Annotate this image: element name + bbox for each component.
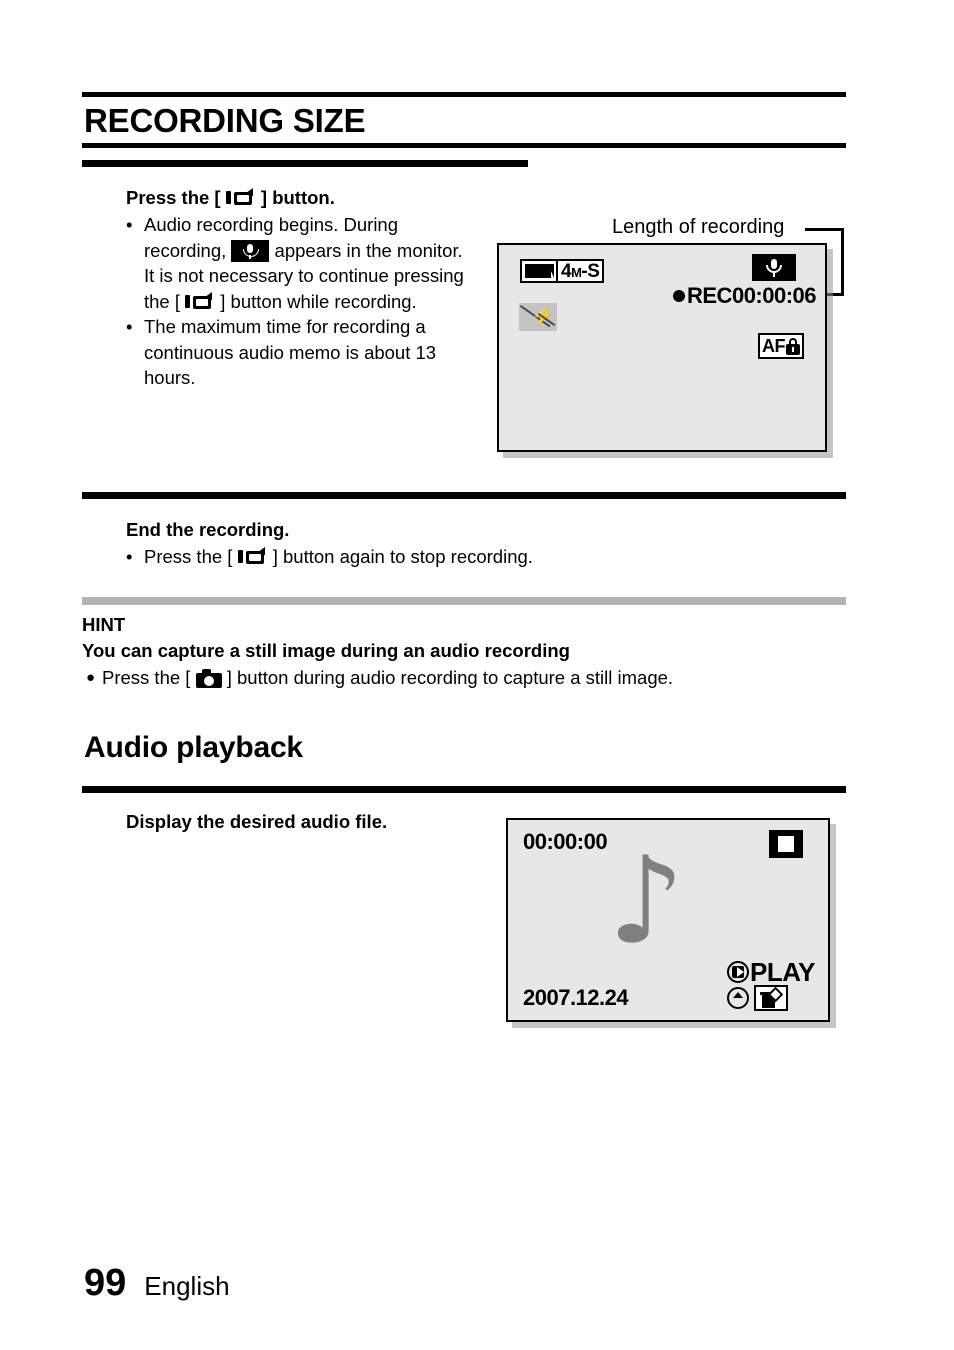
camcorder-icon [237,547,268,566]
music-note-icon: ♪ [608,832,685,971]
bullet-text: The maximum time for recording a continu… [144,316,437,388]
bullet-text-part-1: Press the [ [144,546,238,567]
list-item: • Audio recording begins. During recordi… [126,212,474,314]
hint-label: HINT [82,614,126,635]
af-lock-badge: AF [758,333,804,359]
hint-bullet: ● Press the [ ] button during audio reco… [86,665,673,690]
resolution-value: 4 [561,261,572,282]
microphone-chip-icon [231,239,270,262]
trash-delete-icon [754,985,788,1011]
bullet-text-part-2: ] button again to stop recording. [267,546,533,567]
lock-icon [786,337,800,355]
step-2-heading: End the recording. [126,519,290,540]
bullet-mark: • [126,214,133,235]
rec-label: REC [687,283,732,308]
title-rule-bottom [82,143,846,148]
bullet-text: Press the [ ] button again to stop recor… [144,544,826,570]
playback-delete-control [727,985,788,1011]
recording-time-indicator: REC 00:00:06 [673,283,817,308]
callout-line-vertical [841,228,844,296]
bullet-text-part-3: ] button while recording. [215,290,417,312]
resolution-badge: 4M-S [558,259,605,283]
length-of-recording-label: Length of recording [612,216,785,238]
step-2-bullets: • Press the [ ] button again to stop rec… [126,544,826,570]
page-language: English [144,1271,230,1301]
bullet-mark: • [126,546,133,567]
step-1-heading-suffix: ] button. [260,187,335,208]
step-2-rule [82,492,846,499]
audio-playback-rule [82,786,846,793]
battery-full-icon [520,259,558,283]
step-1-bullets: • Audio recording begins. During recordi… [126,212,474,391]
step-1-heading: Press the [ ] button. [126,186,335,210]
recording-monitor-screen: 4M-S ⚡ REC 00:00:06 AF [497,243,827,452]
audio-playback-step-heading: Display the desired audio file. [126,811,388,832]
rec-elapsed-time: 00:00:06 [731,283,817,308]
bullet-mark: ● [86,669,96,686]
page-footer: 99 English [84,1261,230,1308]
hint-bullet-part-1: Press the [ [102,667,196,688]
page-title: RECORDING SIZE [84,102,366,139]
status-group-left: 4M-S [520,259,605,283]
step-1-rule [82,160,528,167]
playback-elapsed-time: 00:00:00 [523,829,608,854]
hint-title: You can capture a still image during an … [82,640,570,661]
camcorder-icon [225,188,256,207]
up-arrow-button-icon [727,987,749,1009]
hint-separator [82,597,846,605]
bullet-mark: • [126,316,133,337]
hint-bullet-text: Press the [ ] button during audio record… [102,665,673,690]
resolution-unit: M [571,265,582,280]
manual-page: RECORDING SIZE Press the [ ] button. • A… [0,0,954,1350]
flash-off-icon: ⚡ [519,303,557,331]
step-1-heading-prefix: Press the [ [126,187,221,208]
title-rule-top [82,92,846,97]
list-item: • The maximum time for recording a conti… [126,314,474,391]
playback-monitor-screen: 00:00:00 ♪ PLAY 2007.12.24 [506,818,830,1022]
record-dot-icon [673,290,685,302]
still-camera-icon [195,669,222,688]
af-label: AF [762,336,786,356]
microphone-icon [752,254,796,281]
resolution-suffix: -S [581,261,600,282]
callout-line-top [805,228,844,231]
bullet-text: Audio recording begins. During recording… [144,212,474,314]
camcorder-icon [185,291,215,311]
hint-bullet-part-2: ] button during audio recording to captu… [221,667,674,688]
page-number: 99 [84,1262,127,1304]
list-item: • Press the [ ] button again to stop rec… [126,544,826,570]
audio-playback-heading: Audio playback [84,731,303,764]
play-label: PLAY [750,957,815,987]
dpad-right-icon [727,961,749,983]
stop-icon [769,830,803,858]
playback-play-control: PLAY [727,959,815,985]
playback-date: 2007.12.24 [523,985,629,1010]
